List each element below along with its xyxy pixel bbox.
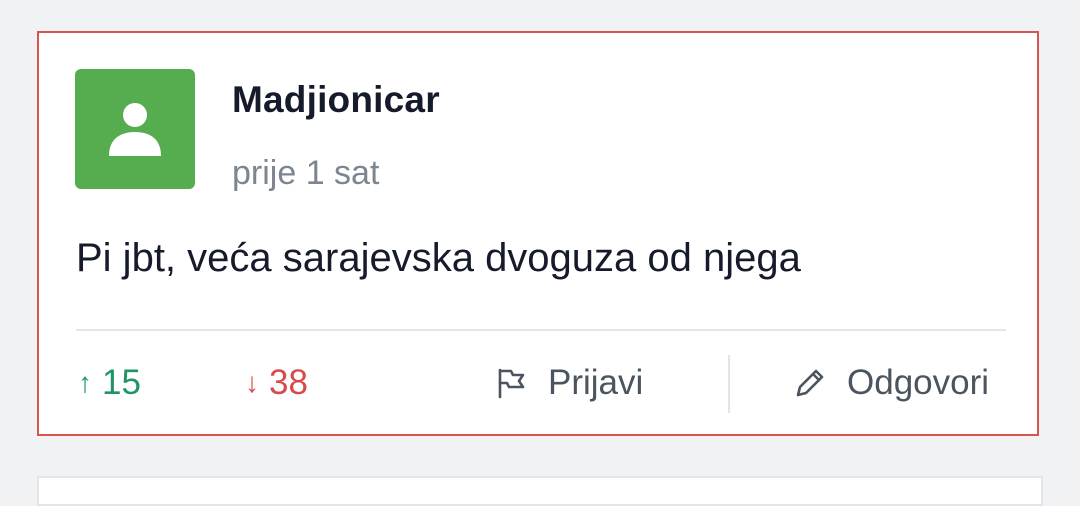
arrow-down-icon: ↓ [245,367,259,398]
next-comment-card [37,476,1043,506]
downvote-button[interactable]: ↓ 38 [245,363,308,403]
flag-icon [498,368,525,399]
username[interactable]: Madjionicar [232,79,440,121]
action-separator [728,355,730,413]
action-bar: ↑ 15 ↓ 38 Prijavi Odgovori [39,331,1037,436]
pencil-icon [796,369,824,397]
upvote-count: 15 [102,363,141,402]
reply-label: Odgovori [847,363,990,402]
arrow-up-icon: ↑ [78,367,92,398]
comment-card: Madjionicar prije 1 sat Pi jbt, veća sar… [37,31,1039,436]
timestamp: prije 1 sat [232,154,380,192]
reply-button[interactable]: Odgovori [793,363,989,403]
report-button[interactable]: Prijavi [496,363,643,403]
comment-text: Pi jbt, veća sarajevska dvoguza od njega [76,236,801,280]
report-label: Prijavi [548,363,644,402]
downvote-count: 38 [269,363,308,402]
avatar[interactable] [75,69,195,189]
user-icon [109,103,161,156]
upvote-button[interactable]: ↑ 15 [78,363,141,403]
